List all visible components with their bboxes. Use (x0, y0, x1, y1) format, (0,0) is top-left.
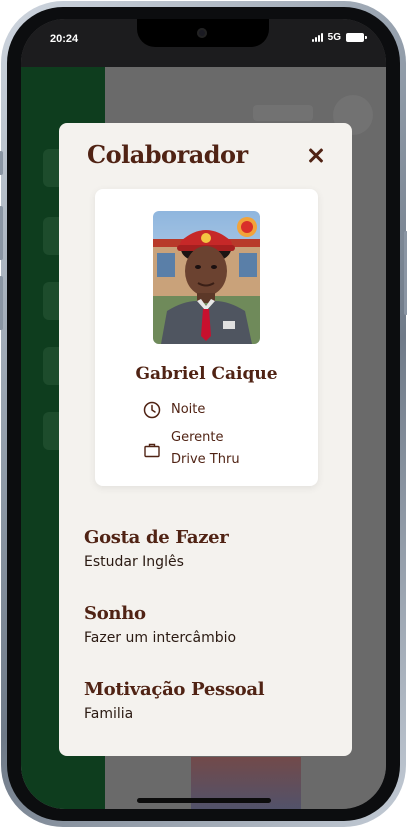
section-title: Sonho (84, 603, 146, 624)
role-area: Drive Thru (171, 452, 240, 467)
notch (137, 19, 269, 47)
role-title: Gerente (171, 430, 224, 445)
employee-name: Gabriel Caique (135, 364, 278, 384)
employee-card: Gabriel Caique Noite Gerente Drive Thru (95, 189, 318, 486)
section-motivation: Motivação Pessoal Familia (84, 679, 329, 722)
briefcase-icon (144, 443, 160, 458)
network-label: 5G (327, 32, 341, 43)
volume-up-button (0, 206, 3, 260)
section-text: Estudar Inglês (84, 554, 184, 570)
section-text: Fazer um intercâmbio (84, 630, 237, 646)
section-title: Motivação Pessoal (84, 679, 265, 700)
clock-icon (143, 401, 161, 419)
avatar (153, 211, 260, 344)
section-title: Gosta de Fazer (84, 527, 229, 548)
close-icon[interactable] (306, 145, 326, 165)
mute-switch (0, 151, 3, 175)
role-row: Gerente Drive Thru (143, 427, 240, 471)
home-indicator[interactable] (137, 798, 271, 803)
shift-row: Noite (143, 401, 205, 419)
section-dream: Sonho Fazer um intercâmbio (84, 603, 329, 646)
battery-icon (346, 33, 367, 42)
role-text: Gerente Drive Thru (171, 427, 240, 471)
status-time: 20:24 (50, 33, 79, 45)
signal-icon (311, 33, 323, 42)
status-indicators: 5G (311, 32, 367, 43)
status-bar: 20:24 5G (21, 19, 386, 67)
volume-down-button (0, 276, 3, 330)
screen: 20:24 5G Colaborador Gabriel Caique Noit… (21, 19, 386, 809)
shift-label: Noite (171, 402, 206, 417)
avatar-image (153, 211, 260, 344)
section-text: Familia (84, 706, 134, 722)
section-likes: Gosta de Fazer Estudar Inglês (84, 527, 329, 570)
camera-icon (197, 28, 207, 38)
modal-title: Colaborador (87, 140, 248, 169)
background-text (253, 105, 313, 121)
employee-modal: Colaborador Gabriel Caique Noite Gerente… (59, 123, 352, 756)
